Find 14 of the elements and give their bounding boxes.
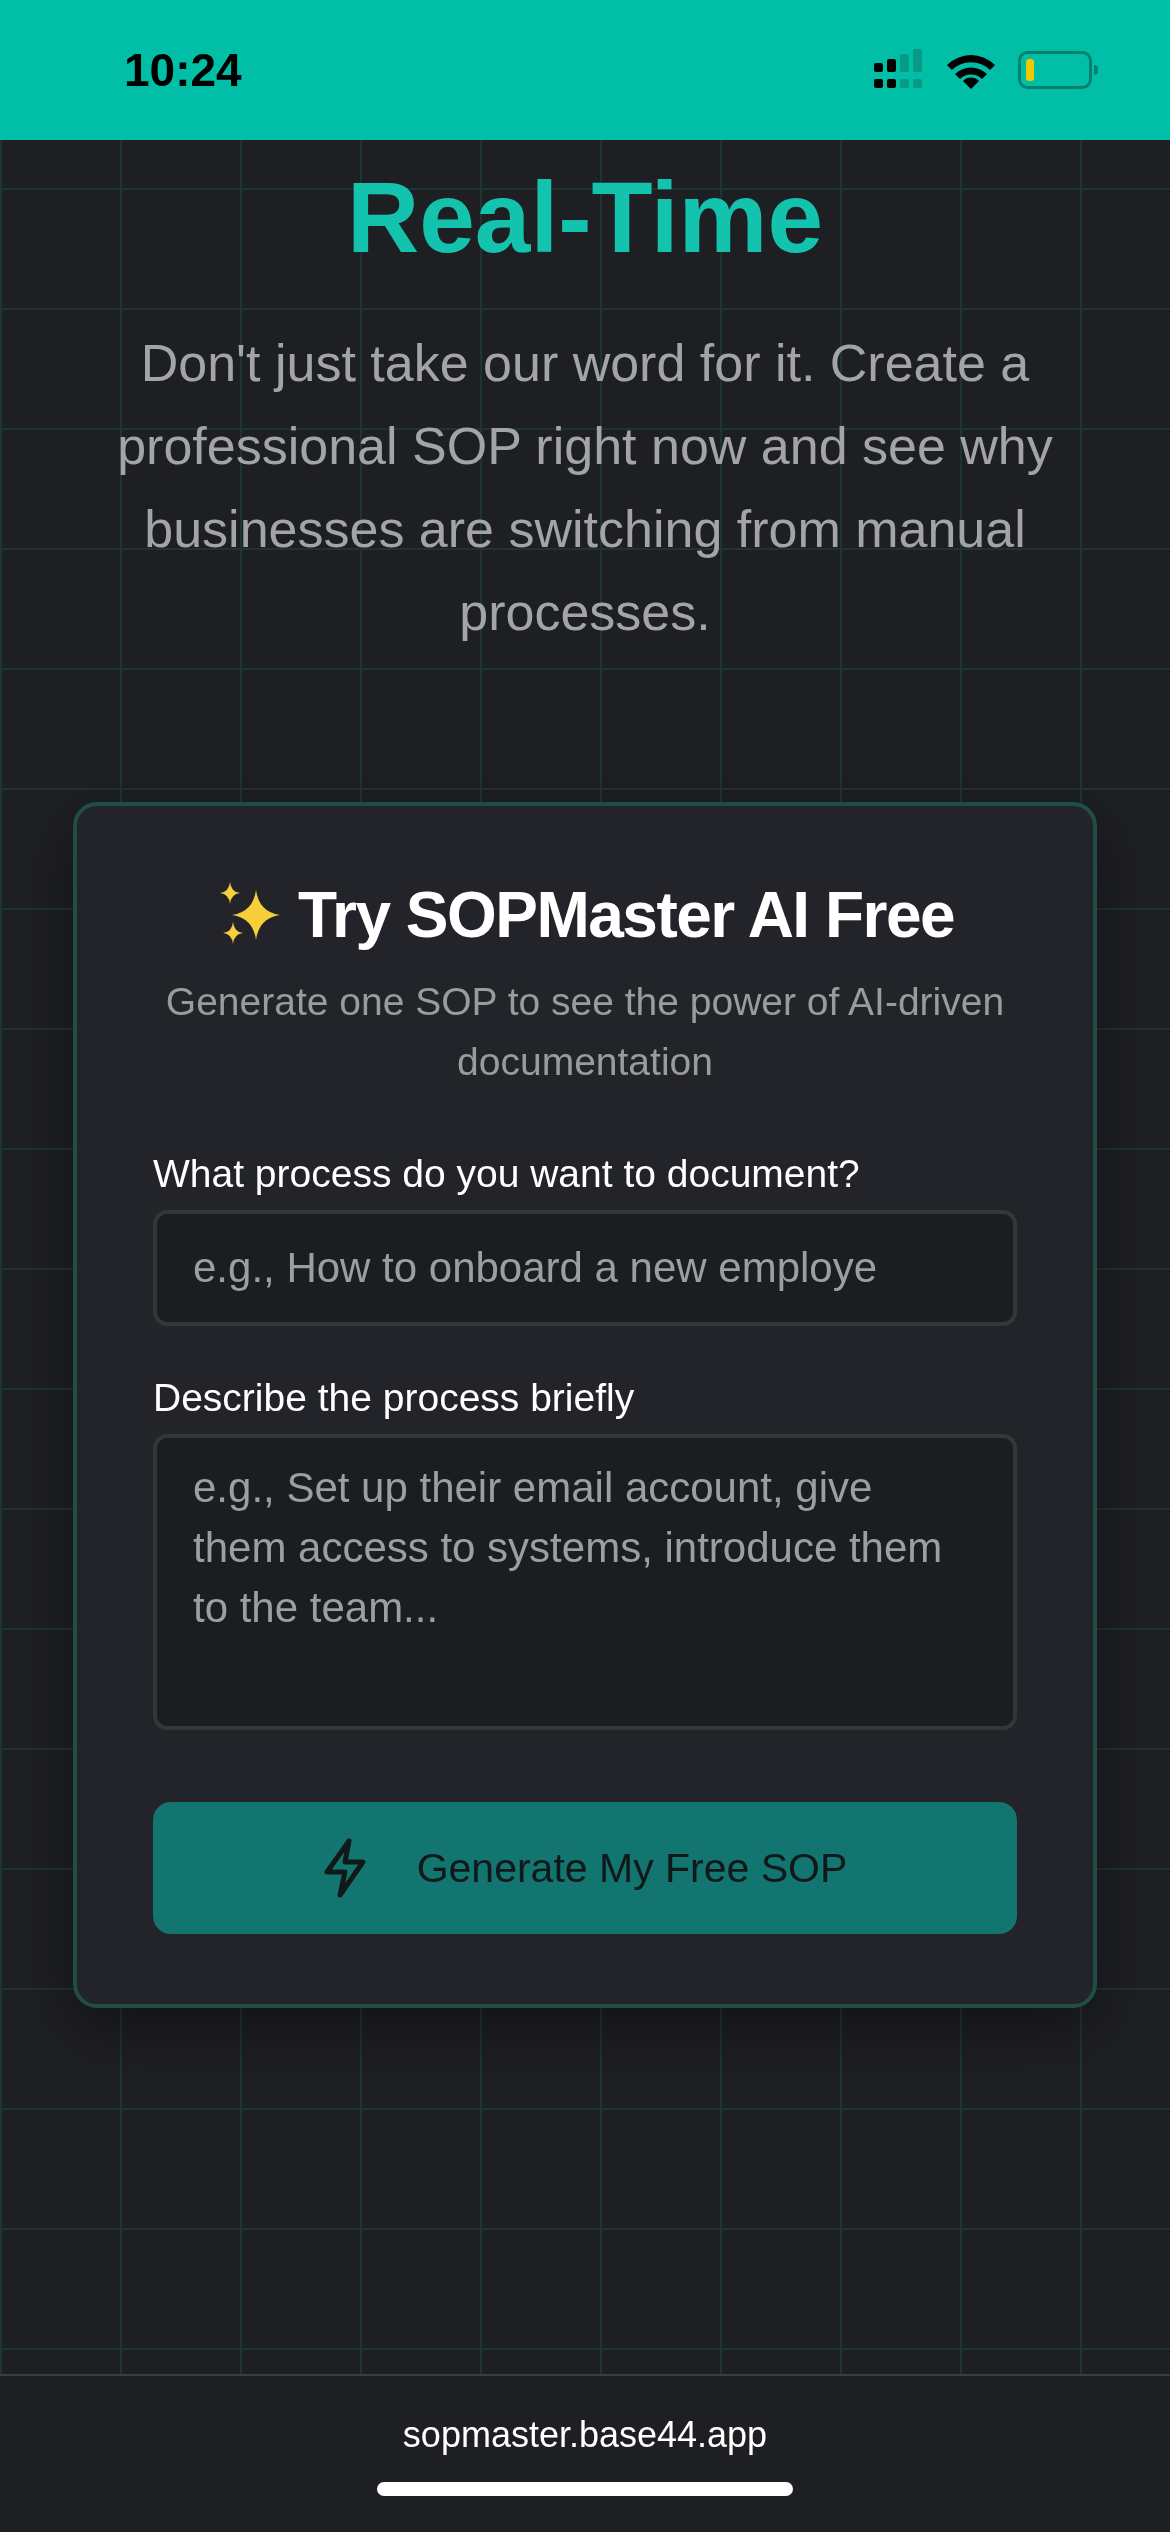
generate-button[interactable]: Generate My Free SOP (153, 1802, 1017, 1934)
card-subtitle: Generate one SOP to see the power of AI-driven documentation (164, 979, 1006, 1085)
field-label: What process do you want to document? (153, 1152, 861, 1196)
card-title: Try SOPMaster AI Free (297, 878, 955, 952)
battery-icon (1018, 50, 1098, 90)
signal-icon (874, 49, 924, 91)
clock: 10:24 (124, 43, 242, 97)
text-area[interactable]: e.g., Set up their email account, give them access to systems, introduce them to the team... (153, 1434, 1017, 1730)
lightning-icon (322, 1838, 367, 1898)
hero-title: Real-Time (346, 162, 824, 272)
field-label: Describe the process briefly (153, 1376, 636, 1420)
hero-description: Don't just take our word for it. Create a professional SOP right now and see why businesses are switching from manual processes. (116, 333, 1054, 643)
input-field[interactable]: e.g., How to onboard a new employe (153, 1210, 1017, 1326)
url-text: sopmaster.base44.app (402, 2414, 768, 2456)
